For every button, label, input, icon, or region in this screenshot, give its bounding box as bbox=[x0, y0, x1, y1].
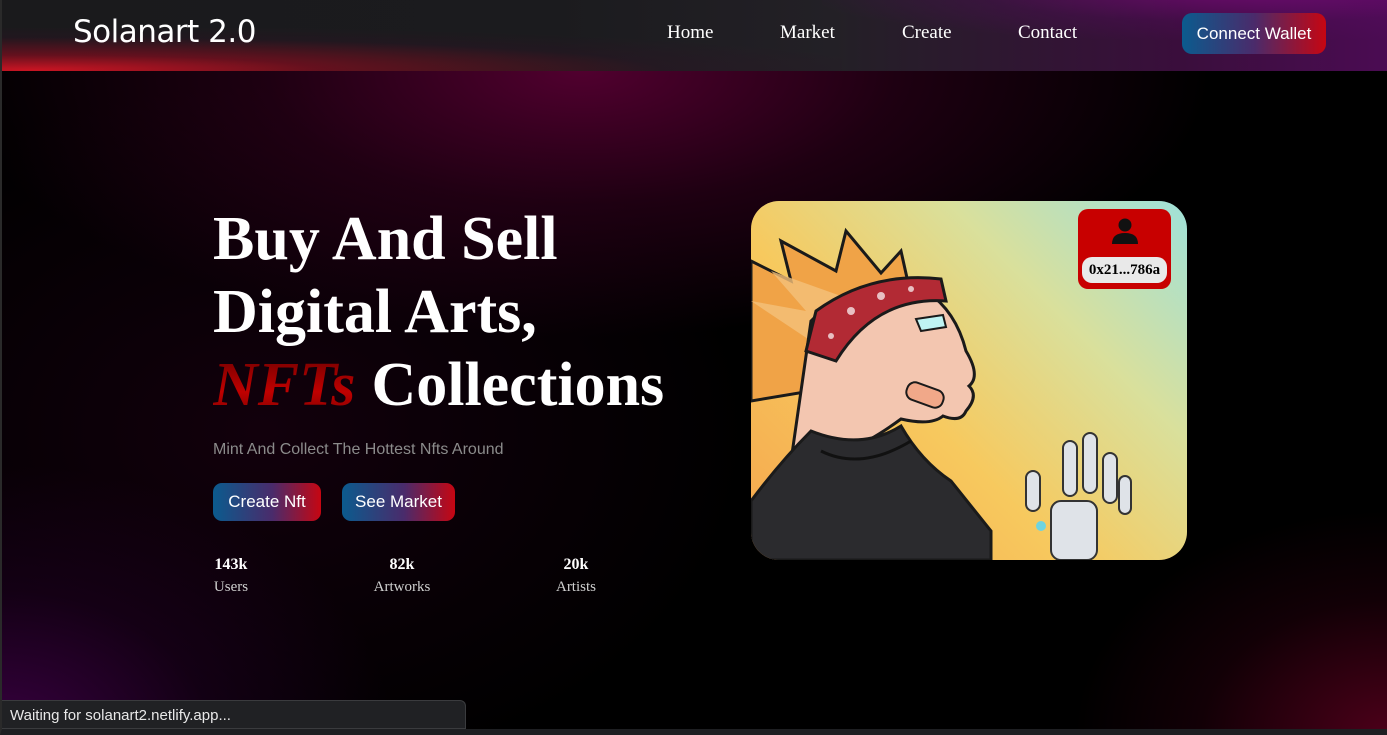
stat-label: Artists bbox=[555, 579, 596, 595]
nav-link-contact[interactable]: Contact bbox=[1018, 22, 1077, 44]
browser-status-bar: Waiting for solanart2.netlify.app... bbox=[2, 700, 466, 729]
owner-badge[interactable]: 0x21...786a bbox=[1078, 209, 1171, 289]
headline-line-1: Buy And Sell bbox=[213, 205, 558, 273]
owner-address: 0x21...786a bbox=[1082, 257, 1167, 283]
site-logo[interactable]: Solanart 2.0 bbox=[73, 14, 256, 50]
nav-link-market[interactable]: Market bbox=[780, 22, 835, 44]
user-icon bbox=[1112, 218, 1138, 244]
stat-label: Users bbox=[213, 579, 249, 595]
stat-artworks: 82k Artworks bbox=[368, 556, 436, 596]
navbar: Solanart 2.0 Home Market Create Contact … bbox=[2, 0, 1387, 71]
nav-link-home[interactable]: Home bbox=[667, 22, 713, 44]
hero-subtitle: Mint And Collect The Hottest Nfts Around bbox=[213, 441, 504, 458]
stat-artists: 20k Artists bbox=[551, 556, 601, 596]
create-nft-button[interactable]: Create Nft bbox=[213, 483, 321, 521]
see-market-button[interactable]: See Market bbox=[342, 483, 455, 521]
browser-viewport: Solanart 2.0 Home Market Create Contact … bbox=[0, 0, 1387, 735]
nav-link-create[interactable]: Create bbox=[902, 22, 952, 44]
stat-value: 143k bbox=[214, 556, 248, 573]
connect-wallet-button[interactable]: Connect Wallet bbox=[1182, 13, 1326, 54]
headline-line-2: Digital Arts, bbox=[213, 278, 537, 346]
headline-accent-nfts: NFTs bbox=[213, 351, 356, 419]
stat-users: 143k Users bbox=[207, 556, 255, 596]
stat-label: Artworks bbox=[373, 579, 431, 595]
headline-collections: Collections bbox=[371, 351, 665, 419]
headline-line-3: NFTs Collections bbox=[213, 349, 664, 422]
stat-value: 20k bbox=[563, 556, 589, 573]
hero-headline: Buy And Sell Digital Arts, NFTs Collectio… bbox=[213, 203, 664, 422]
stat-value: 82k bbox=[389, 556, 415, 573]
